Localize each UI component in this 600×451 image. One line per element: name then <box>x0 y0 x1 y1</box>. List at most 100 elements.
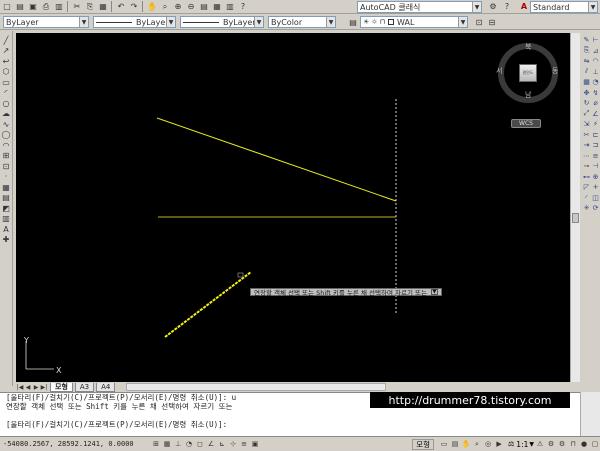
hatch-icon[interactable]: ▦ <box>1 182 12 193</box>
color-combo[interactable]: ByColor ▼ <box>268 16 336 28</box>
break-icon[interactable]: ⊸ <box>582 161 591 172</box>
osnap-icon[interactable]: ◻ <box>195 439 205 449</box>
revision-cloud-icon[interactable]: ☁ <box>1 109 12 120</box>
new-file-icon[interactable]: ▢ <box>1 1 13 12</box>
lineweight-icon[interactable]: ≡ <box>239 439 249 449</box>
scrollbar-thumb[interactable] <box>572 213 579 223</box>
layer-previous-icon[interactable]: ⊟ <box>486 17 498 28</box>
circle-icon[interactable]: ○ <box>1 98 12 109</box>
dim-radius-icon[interactable]: ◔ <box>591 77 600 88</box>
design-center-icon[interactable]: ▦ <box>211 1 223 12</box>
polar-icon[interactable]: ◔ <box>184 439 194 449</box>
chevron-down-icon[interactable]: ▼ <box>472 2 481 12</box>
zoom-window-icon[interactable]: ⊕ <box>172 1 184 12</box>
undo-icon[interactable]: ↶ <box>115 1 127 12</box>
save-icon[interactable]: ▣ <box>27 1 39 12</box>
model-button[interactable]: 모형 <box>412 438 435 450</box>
move-icon[interactable]: ✥ <box>582 88 591 99</box>
make-block-icon[interactable]: ⊡ <box>1 161 12 172</box>
dim-jogged-icon[interactable]: ↯ <box>591 88 600 99</box>
tool-palettes-icon[interactable]: ▥ <box>224 1 236 12</box>
center-mark-icon[interactable]: + <box>591 182 600 193</box>
drawing-canvas[interactable]: Y X 평면도 북 남 서 동 WCS 연장할 객체 선택 또는 Shift 키… <box>16 33 570 382</box>
compass-north[interactable]: 북 <box>525 42 531 52</box>
tolerance-icon[interactable]: ⊕ <box>591 172 600 183</box>
cut-icon[interactable]: ✂ <box>71 1 83 12</box>
array-icon[interactable]: ▦ <box>582 77 591 88</box>
chevron-down-icon[interactable]: ▼ <box>79 17 88 27</box>
pan-icon[interactable]: ✋ <box>461 439 471 449</box>
open-file-icon[interactable]: ▤ <box>14 1 26 12</box>
inspection-icon[interactable]: ◫ <box>591 193 600 204</box>
ellipse-arc-icon[interactable]: ◠ <box>1 140 12 151</box>
drawing-area[interactable]: Y X <box>16 33 570 382</box>
chevron-down-icon[interactable]: ▼ <box>430 289 438 295</box>
region-icon[interactable]: ◩ <box>1 203 12 214</box>
construction-line-icon[interactable]: ↗ <box>1 46 12 57</box>
table-icon[interactable]: ▥ <box>1 214 12 225</box>
first-tab-icon[interactable]: |◀ <box>16 383 24 391</box>
zoom-realtime-icon[interactable]: ⌕ <box>159 1 171 12</box>
ducs-icon[interactable]: ⊾ <box>217 439 227 449</box>
fillet-icon[interactable]: ◜ <box>582 193 591 204</box>
polygon-icon[interactable]: ⬡ <box>1 67 12 78</box>
add-selected-icon[interactable]: ✚ <box>1 235 12 246</box>
last-tab-icon[interactable]: ▶| <box>40 383 48 391</box>
command-prompt[interactable]: [울타리(F)/걸치기(C)/프로젝트(P)/모서리(E)/명령 취소(U)]: <box>6 420 580 429</box>
otrack-icon[interactable]: ∠ <box>206 439 216 449</box>
wcs-menu[interactable]: WCS <box>511 119 541 128</box>
chevron-down-icon[interactable]: ▼ <box>588 2 597 12</box>
dim-aligned-icon[interactable]: ⊿ <box>591 46 600 57</box>
qp-icon[interactable]: ▣ <box>250 439 260 449</box>
snap-icon[interactable]: ⊞ <box>151 439 161 449</box>
arc-icon[interactable]: ◜ <box>1 88 12 99</box>
insert-block-icon[interactable]: ⊞ <box>1 151 12 162</box>
chevron-down-icon[interactable]: ▼ <box>166 17 175 27</box>
ellipse-icon[interactable]: ◯ <box>1 130 12 141</box>
text-style-combo[interactable]: Standard ▼ <box>530 1 598 13</box>
command-scrollbar[interactable] <box>580 392 600 436</box>
isolate-icon[interactable]: ● <box>579 439 589 449</box>
dim-angular-icon[interactable]: ∠ <box>591 109 600 120</box>
paste-icon[interactable]: ▦ <box>97 1 109 12</box>
dim-break-icon[interactable]: ⊣ <box>591 161 600 172</box>
dim-linear-icon[interactable]: ⊢ <box>591 35 600 46</box>
view-cube-face[interactable]: 평면도 <box>519 64 537 82</box>
tab-a4[interactable]: A4 <box>96 382 116 392</box>
layer-properties-icon[interactable]: ▤ <box>347 17 359 28</box>
dim-ordinate-icon[interactable]: ⊥ <box>591 67 600 78</box>
dim-arc-icon[interactable]: ◠ <box>591 56 600 67</box>
rotate-icon[interactable]: ↻ <box>582 98 591 109</box>
tab-model[interactable]: 모형 <box>50 382 73 392</box>
spline-icon[interactable]: ∿ <box>1 119 12 130</box>
dim-space-icon[interactable]: ≡ <box>591 151 600 162</box>
quick-view-drawings-icon[interactable]: ▤ <box>450 439 460 449</box>
horizontal-scrollbar[interactable] <box>126 383 386 391</box>
compass-east[interactable]: 동 <box>552 66 558 76</box>
workspace-settings-icon[interactable]: ⚙ <box>487 1 499 12</box>
rectangle-icon[interactable]: ▭ <box>1 77 12 88</box>
text-icon[interactable]: A <box>1 224 12 235</box>
showmotion-icon[interactable]: ▶ <box>494 439 504 449</box>
annotation-visibility-icon[interactable]: ⚠ <box>535 439 545 449</box>
zoom-icon[interactable]: ⌕ <box>472 439 482 449</box>
erase-icon[interactable]: ✎ <box>582 35 591 46</box>
extend-icon[interactable]: ⇥ <box>582 140 591 151</box>
layer-combo[interactable]: ByLayer ▼ <box>3 16 89 28</box>
stretch-icon[interactable]: ⇲ <box>582 119 591 130</box>
selected-line[interactable] <box>164 271 252 338</box>
annotation-scale[interactable]: ⚖ 1:1 ▼ <box>508 440 534 449</box>
line-icon[interactable]: ╱ <box>1 35 12 46</box>
workspace-switch-icon[interactable]: ⚙ <box>557 439 567 449</box>
print-icon[interactable]: ⎙ <box>40 1 52 12</box>
polyline-icon[interactable]: ↩ <box>1 56 12 67</box>
quick-dim-icon[interactable]: ⚡ <box>591 119 600 130</box>
explode-icon[interactable]: ✳ <box>582 203 591 214</box>
coordinate-display[interactable]: -54080.2567, 28592.1241, 0.0000 <box>0 440 150 448</box>
text-style-icon[interactable]: A <box>518 1 530 12</box>
quick-view-layouts-icon[interactable]: ▭ <box>439 439 449 449</box>
ortho-icon[interactable]: ⊥ <box>173 439 183 449</box>
offset-icon[interactable]: ⫽ <box>582 67 591 78</box>
help-question-icon[interactable]: ? <box>501 1 513 12</box>
grid-icon[interactable]: ▦ <box>162 439 172 449</box>
